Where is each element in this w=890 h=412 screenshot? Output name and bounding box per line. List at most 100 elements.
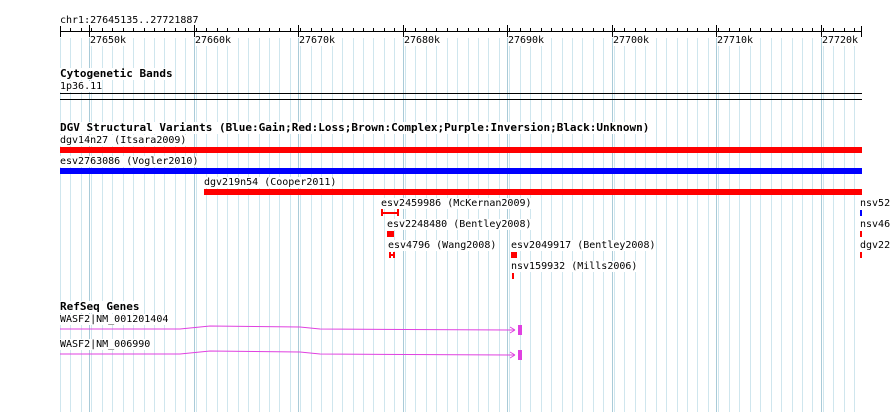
cytoband-track-title[interactable]: Cytogenetic Bands [60, 68, 173, 80]
ruler-minor-tick [353, 28, 354, 32]
ruler-minor-tick [760, 28, 761, 32]
dgv-feature-endcap [397, 209, 399, 216]
dgv-feature-connector [389, 254, 395, 256]
ruler-minor-tick [196, 28, 197, 32]
dgv-feature-bar[interactable] [860, 210, 862, 216]
ruler-minor-tick [227, 28, 228, 32]
ruler-minor-tick [677, 28, 678, 32]
ruler-minor-tick [185, 28, 186, 32]
dgv-feature-label[interactable]: esv2459986 (McKernan2009) [381, 198, 532, 209]
ruler-minor-tick [70, 28, 71, 32]
ruler-minor-tick [373, 28, 374, 32]
dgv-feature-bar[interactable] [60, 147, 862, 153]
ruler-minor-tick [750, 28, 751, 32]
ruler-minor-tick [426, 28, 427, 32]
dgv-feature-bar[interactable] [860, 252, 862, 258]
ruler-minor-tick [530, 28, 531, 32]
dgv-feature-label[interactable]: nsv159932 (Mills2006) [511, 261, 638, 272]
ruler-minor-tick [248, 28, 249, 32]
ruler-minor-tick [415, 28, 416, 32]
ruler-minor-tick [603, 28, 604, 32]
ruler-tick-label: 27670k [298, 35, 336, 46]
ruler-tick-label: 27690k [507, 35, 545, 46]
ruler-minor-tick [739, 28, 740, 32]
dgv-feature-label[interactable]: esv4796 (Wang2008) [388, 240, 497, 251]
ruler-minor-tick [697, 28, 698, 32]
ruler-minor-tick [614, 28, 615, 32]
ruler-minor-tick [572, 28, 573, 32]
ruler-minor-tick [175, 28, 176, 32]
ruler-end-right [861, 26, 862, 37]
ruler-minor-tick [394, 28, 395, 32]
dgv-feature-bar[interactable] [511, 252, 517, 258]
dgv-feature-bar[interactable] [60, 168, 862, 174]
dgv-feature-label[interactable]: esv2049917 (Bentley2008) [511, 240, 656, 251]
ruler-minor-tick [133, 28, 134, 32]
ruler-minor-tick [729, 28, 730, 32]
ruler-minor-tick [311, 28, 312, 32]
ruler-minor-tick [123, 28, 124, 32]
gene-model[interactable] [60, 324, 530, 338]
gene-model[interactable] [60, 349, 530, 363]
ruler-minor-tick [238, 28, 239, 32]
ruler-minor-tick [645, 28, 646, 32]
ruler-minor-tick [332, 28, 333, 32]
dgv-feature-bar[interactable] [204, 189, 862, 195]
ruler-minor-tick [635, 28, 636, 32]
ruler-minor-tick [81, 28, 82, 32]
ruler-minor-tick [520, 28, 521, 32]
ruler-minor-tick [405, 28, 406, 32]
ruler-minor-tick [666, 28, 667, 32]
ruler-minor-tick [457, 28, 458, 32]
dgv-feature-label[interactable]: esv2763086 (Vogler2010) [60, 156, 199, 167]
dgv-feature-label[interactable]: esv2248480 (Bentley2008) [387, 219, 532, 230]
ruler-minor-tick [269, 28, 270, 32]
ruler-minor-tick [771, 28, 772, 32]
ruler-minor-tick [60, 28, 61, 32]
ruler-minor-tick [342, 28, 343, 32]
ruler-minor-tick [154, 28, 155, 32]
dgv-feature-bar[interactable] [512, 273, 514, 279]
dgv-feature-label[interactable]: nsv52 [860, 198, 890, 209]
ruler-minor-tick [509, 28, 510, 32]
dgv-feature-label[interactable]: dgv14n27 (Itsara2009) [60, 135, 187, 146]
ruler-minor-tick [499, 28, 500, 32]
ruler-minor-tick [164, 28, 165, 32]
ruler-minor-tick [321, 28, 322, 32]
ruler-minor-tick [812, 28, 813, 32]
dgv-feature-bar[interactable] [860, 231, 862, 237]
cytoband-bar-top [60, 93, 862, 94]
dgv-feature-endcap [381, 209, 383, 216]
genome-browser-panel: chr1:27645135..27721887 27650k 27660k 2767… [0, 0, 890, 412]
ruler-minor-tick [363, 28, 364, 32]
dgv-track-title[interactable]: DGV Structural Variants (Blue:Gain;Red:L… [60, 122, 650, 134]
ruler-minor-tick [279, 28, 280, 32]
dgv-feature-bar[interactable] [387, 231, 394, 237]
ruler-minor-tick [447, 28, 448, 32]
dgv-feature-label[interactable]: dgv219n54 (Cooper2011) [204, 177, 337, 188]
ruler-minor-tick [562, 28, 563, 32]
ruler-minor-tick [488, 28, 489, 32]
ruler-minor-tick [468, 28, 469, 32]
dgv-feature-label[interactable]: nsv46 [860, 219, 890, 230]
refseq-track-title[interactable]: RefSeq Genes [60, 301, 140, 313]
ruler-minor-tick [781, 28, 782, 32]
ruler-minor-tick [624, 28, 625, 32]
ruler-minor-tick [478, 28, 479, 32]
ruler-minor-tick [792, 28, 793, 32]
ruler-minor-tick [144, 28, 145, 32]
ruler-minor-tick [217, 28, 218, 32]
ruler-minor-tick [112, 28, 113, 32]
ruler-minor-tick [718, 28, 719, 32]
ruler-minor-tick [823, 28, 824, 32]
ruler-minor-tick [436, 28, 437, 32]
ruler-minor-tick [551, 28, 552, 32]
ruler-minor-tick [833, 28, 834, 32]
ruler-minor-tick [259, 28, 260, 32]
ruler-tick-label: 27660k [194, 35, 232, 46]
ruler-minor-tick [384, 28, 385, 32]
cytoband-label: 1p36.11 [60, 81, 103, 92]
dgv-feature-label[interactable]: dgv22 [860, 240, 890, 251]
ruler-minor-tick [708, 28, 709, 32]
ruler-minor-tick [582, 28, 583, 32]
